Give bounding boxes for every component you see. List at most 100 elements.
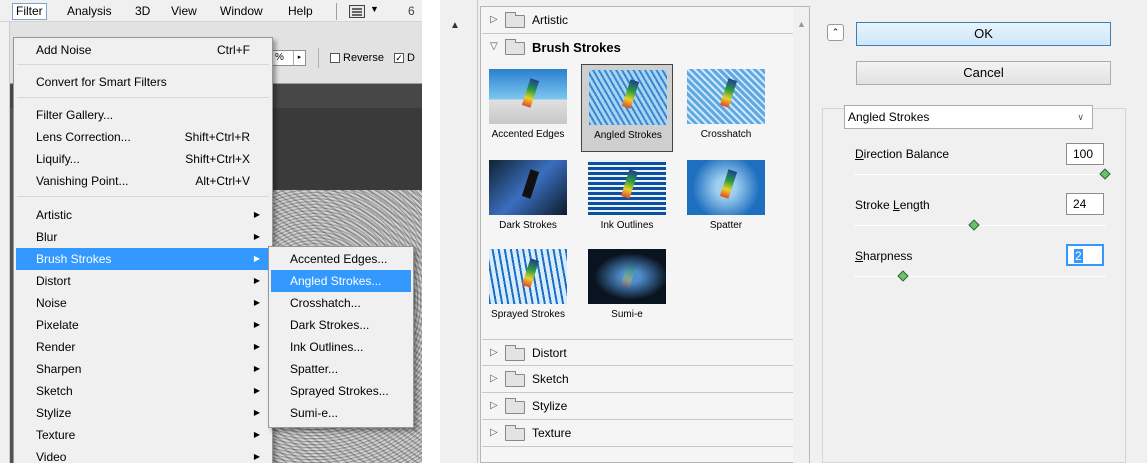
folder-open-icon bbox=[505, 39, 525, 55]
category-label: Texture bbox=[532, 426, 572, 440]
thumbnail-image bbox=[687, 69, 765, 124]
submenu-item-ink-outlines[interactable]: Ink Outlines... bbox=[271, 336, 411, 358]
submenu-arrow-icon: ▶ bbox=[253, 342, 260, 351]
menu-item-label: Brush Strokes bbox=[36, 252, 112, 266]
menu-item-label: Render bbox=[36, 340, 76, 354]
thumbnail-image bbox=[489, 249, 567, 304]
chevron-right-icon: ▸ bbox=[293, 51, 305, 65]
screen-mode-icon[interactable] bbox=[349, 5, 365, 18]
label-mnemonic: L bbox=[893, 198, 900, 212]
menu-help[interactable]: Help bbox=[285, 3, 316, 20]
preview-scrollbar[interactable]: ▲ bbox=[440, 0, 478, 463]
menu-analysis[interactable]: Analysis bbox=[64, 3, 115, 20]
category-distort[interactable]: ▷ Distort bbox=[482, 339, 793, 366]
menu-item-label: Add Noise bbox=[36, 43, 92, 57]
thumb-ink-outlines[interactable]: Ink Outlines bbox=[581, 155, 673, 243]
cancel-button[interactable]: Cancel bbox=[856, 61, 1111, 85]
menu-item-render[interactable]: Render ▶ bbox=[16, 336, 270, 358]
chevron-down-icon[interactable]: ▼ bbox=[370, 4, 379, 14]
category-sketch[interactable]: ▷ Sketch bbox=[482, 366, 793, 393]
menu-separator bbox=[17, 64, 269, 65]
thumb-sprayed-strokes[interactable]: Sprayed Strokes bbox=[482, 244, 574, 332]
thumbnail-caption: Crosshatch bbox=[700, 129, 752, 140]
category-artistic[interactable]: ▷ Artistic bbox=[482, 7, 793, 34]
menu-item-noise[interactable]: Noise ▶ bbox=[16, 292, 270, 314]
reverse-label: Reverse bbox=[343, 52, 384, 64]
thumb-spatter[interactable]: Spatter bbox=[680, 155, 772, 243]
submenu-item-accented-edges[interactable]: Accented Edges... bbox=[271, 248, 411, 270]
menu-item-stylize[interactable]: Stylize ▶ bbox=[16, 402, 270, 424]
collapse-gallery-icon[interactable]: ⌃ bbox=[827, 24, 844, 41]
stroke-length-track[interactable] bbox=[854, 225, 1106, 226]
menu-3d[interactable]: 3D bbox=[132, 3, 153, 20]
chevron-up-icon[interactable]: ▲ bbox=[450, 20, 460, 31]
folder-icon bbox=[505, 398, 525, 414]
menu-item-lens-correction[interactable]: Lens Correction... Shift+Ctrl+R bbox=[16, 126, 270, 148]
menu-item-label: Artistic bbox=[36, 208, 72, 222]
category-brush-strokes[interactable]: ▽ Brush Strokes bbox=[482, 34, 793, 61]
submenu-item-dark-strokes[interactable]: Dark Strokes... bbox=[271, 314, 411, 336]
options-divider bbox=[318, 48, 319, 68]
menu-item-label: Filter Gallery... bbox=[36, 108, 114, 122]
reverse-checkbox[interactable] bbox=[330, 53, 340, 63]
expand-triangle-icon: ▷ bbox=[490, 347, 498, 358]
direction-balance-track[interactable] bbox=[854, 174, 1106, 175]
filter-gallery-panel: ▲ ▲ ▷ Artistic ▽ Brush Strokes Accented … bbox=[440, 0, 820, 463]
menu-separator bbox=[336, 3, 337, 20]
gradient-mode-select[interactable]: % ▸ bbox=[272, 50, 306, 66]
thumb-accented-edges[interactable]: Accented Edges bbox=[482, 64, 574, 152]
thumbnail-caption: Spatter bbox=[709, 220, 743, 231]
menu-item-liquify[interactable]: Liquify... Shift+Ctrl+X bbox=[16, 148, 270, 170]
ok-button[interactable]: OK bbox=[856, 22, 1111, 46]
menu-overflow: 6 bbox=[408, 4, 415, 18]
thumbnail-image bbox=[489, 69, 567, 124]
chevron-up-icon[interactable]: ▲ bbox=[797, 19, 806, 29]
thumb-dark-strokes[interactable]: Dark Strokes bbox=[482, 155, 574, 243]
menu-item-pixelate[interactable]: Pixelate ▶ bbox=[16, 314, 270, 336]
menu-item-blur[interactable]: Blur ▶ bbox=[16, 226, 270, 248]
menu-item-sharpen[interactable]: Sharpen ▶ bbox=[16, 358, 270, 380]
filter-type-select[interactable]: Angled Strokes ∨ bbox=[844, 105, 1093, 129]
submenu-item-crosshatch[interactable]: Crosshatch... bbox=[271, 292, 411, 314]
menu-bar: Filter Analysis 3D View Window Help ▼ 6 bbox=[0, 0, 422, 22]
submenu-arrow-icon: ▶ bbox=[253, 254, 260, 263]
menu-item-filter-gallery[interactable]: Filter Gallery... bbox=[16, 104, 270, 126]
list-scrollbar[interactable]: ▲ bbox=[793, 7, 809, 463]
menu-item-video[interactable]: Video ▶ bbox=[16, 446, 270, 463]
category-texture[interactable]: ▷ Texture bbox=[482, 420, 793, 447]
thumbnail-image bbox=[687, 160, 765, 215]
dither-checkbox[interactable]: ✓ bbox=[394, 53, 404, 63]
thumb-sumi-e[interactable]: Sumi-e bbox=[581, 244, 673, 332]
direction-balance-input[interactable]: 100 bbox=[1066, 143, 1104, 165]
menu-item-sketch[interactable]: Sketch ▶ bbox=[16, 380, 270, 402]
expand-triangle-icon: ▷ bbox=[490, 427, 498, 438]
menu-item-vanishing-point[interactable]: Vanishing Point... Alt+Ctrl+V bbox=[16, 170, 270, 192]
submenu-arrow-icon: ▶ bbox=[253, 276, 260, 285]
submenu-item-sprayed-strokes[interactable]: Sprayed Strokes... bbox=[271, 380, 411, 402]
dither-label: D bbox=[407, 52, 415, 64]
category-stylize[interactable]: ▷ Stylize bbox=[482, 393, 793, 420]
stroke-length-input[interactable]: 24 bbox=[1066, 193, 1104, 215]
menu-item-label: Lens Correction... bbox=[36, 130, 131, 144]
menu-filter[interactable]: Filter bbox=[12, 3, 47, 20]
thumb-angled-strokes[interactable]: Angled Strokes bbox=[581, 64, 673, 152]
thumb-crosshatch[interactable]: Crosshatch bbox=[680, 64, 772, 152]
submenu-item-sumi-e[interactable]: Sumi-e... bbox=[271, 402, 411, 424]
expand-triangle-icon: ▷ bbox=[490, 373, 498, 384]
menu-item-artistic[interactable]: Artistic ▶ bbox=[16, 204, 270, 226]
menu-item-label: Convert for Smart Filters bbox=[36, 75, 167, 89]
menu-item-distort[interactable]: Distort ▶ bbox=[16, 270, 270, 292]
submenu-item-spatter[interactable]: Spatter... bbox=[271, 358, 411, 380]
menu-item-convert-smart-filters[interactable]: Convert for Smart Filters bbox=[16, 71, 270, 93]
menu-item-brush-strokes[interactable]: Brush Strokes ▶ bbox=[16, 248, 270, 270]
menu-window[interactable]: Window bbox=[217, 3, 266, 20]
submenu-arrow-icon: ▶ bbox=[253, 364, 260, 373]
sharpness-track[interactable] bbox=[854, 276, 1106, 277]
submenu-arrow-icon: ▶ bbox=[253, 430, 260, 439]
menu-item-texture[interactable]: Texture ▶ bbox=[16, 424, 270, 446]
menu-view[interactable]: View bbox=[168, 3, 200, 20]
menu-item-add-noise[interactable]: Add Noise Ctrl+F bbox=[16, 39, 270, 61]
submenu-item-angled-strokes[interactable]: Angled Strokes... bbox=[271, 270, 411, 292]
sharpness-input[interactable]: 2 bbox=[1066, 244, 1104, 266]
thumbnail-image bbox=[489, 160, 567, 215]
